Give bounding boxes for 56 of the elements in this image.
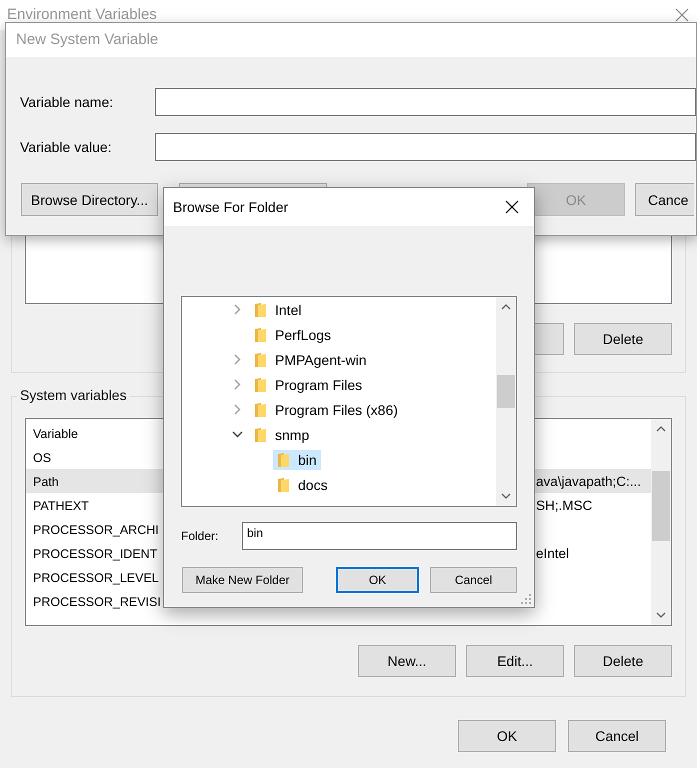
tree-item[interactable]: PMPAgent-win: [250, 350, 371, 370]
button[interactable]: New...: [358, 645, 456, 677]
button[interactable]: Make New Folder: [182, 567, 303, 593]
table-cell: Path: [33, 475, 59, 489]
button[interactable]: Cancel: [430, 567, 517, 593]
scrollbar[interactable]: [496, 297, 516, 506]
scrollbar[interactable]: [651, 419, 671, 625]
button[interactable]: Delete: [574, 323, 672, 355]
resize-grip-icon[interactable]: [521, 594, 531, 604]
table-cell: PROCESSOR_IDENT: [33, 547, 158, 561]
button[interactable]: OK: [336, 567, 419, 593]
table-cell: ava\javapath;C:...: [536, 474, 642, 488]
chevron-right-icon[interactable]: [232, 304, 242, 315]
tree-item[interactable]: PerfLogs: [250, 324, 336, 344]
chevron-right-icon[interactable]: [232, 354, 242, 365]
folder-icon: [254, 302, 267, 318]
chevron-right-icon[interactable]: [232, 404, 242, 415]
button[interactable]: Edit...: [466, 645, 564, 677]
tree-item[interactable]: Program Files: [250, 374, 366, 394]
chevron-down-icon[interactable]: [232, 429, 242, 440]
button[interactable]: Cance: [635, 183, 694, 216]
table-cell: eIntel: [536, 546, 570, 560]
input-field[interactable]: [155, 88, 696, 116]
folder-icon: [254, 376, 267, 392]
dialog-title: New System Variable: [16, 31, 158, 48]
tree-item[interactable]: snmp: [250, 424, 314, 444]
folder-icon: [254, 402, 267, 418]
tree-item[interactable]: docs: [273, 474, 332, 494]
field-label: Variable name:: [19, 94, 114, 110]
tree-item[interactable]: Intel: [250, 300, 306, 320]
folder-icon: [277, 476, 290, 492]
tree-item[interactable]: Program Files (x86): [250, 400, 402, 420]
scrollbar-thumb[interactable]: [497, 375, 515, 408]
button[interactable]: Cancel: [568, 720, 666, 752]
column-header[interactable]: Variable: [33, 427, 78, 441]
chevron-right-icon[interactable]: [232, 379, 242, 390]
folder-icon: [254, 326, 267, 342]
dialog-title: Browse For Folder: [173, 199, 288, 215]
table-cell: SH;.MSC: [536, 498, 592, 512]
group-title: System variables: [17, 387, 130, 403]
table-cell: PROCESSOR_REVISI: [33, 595, 161, 609]
field-label: Variable value:: [19, 139, 113, 155]
input-field[interactable]: [155, 133, 696, 161]
folder-icon: [277, 452, 290, 468]
table-cell: PATHEXT: [33, 499, 89, 513]
folder-icon: [254, 352, 267, 368]
scrollbar-thumb[interactable]: [652, 471, 670, 541]
field-label: Folder:: [181, 529, 220, 543]
tree-item[interactable]: bin: [273, 450, 321, 470]
folder-icon: [254, 426, 267, 442]
button[interactable]: OK: [458, 720, 556, 752]
close-icon[interactable]: [505, 200, 519, 214]
window-title: Environment Variables: [7, 6, 157, 23]
button[interactable]: Browse Directory...: [21, 183, 158, 216]
input-field[interactable]: bin: [242, 522, 517, 550]
button[interactable]: Delete: [574, 645, 672, 677]
